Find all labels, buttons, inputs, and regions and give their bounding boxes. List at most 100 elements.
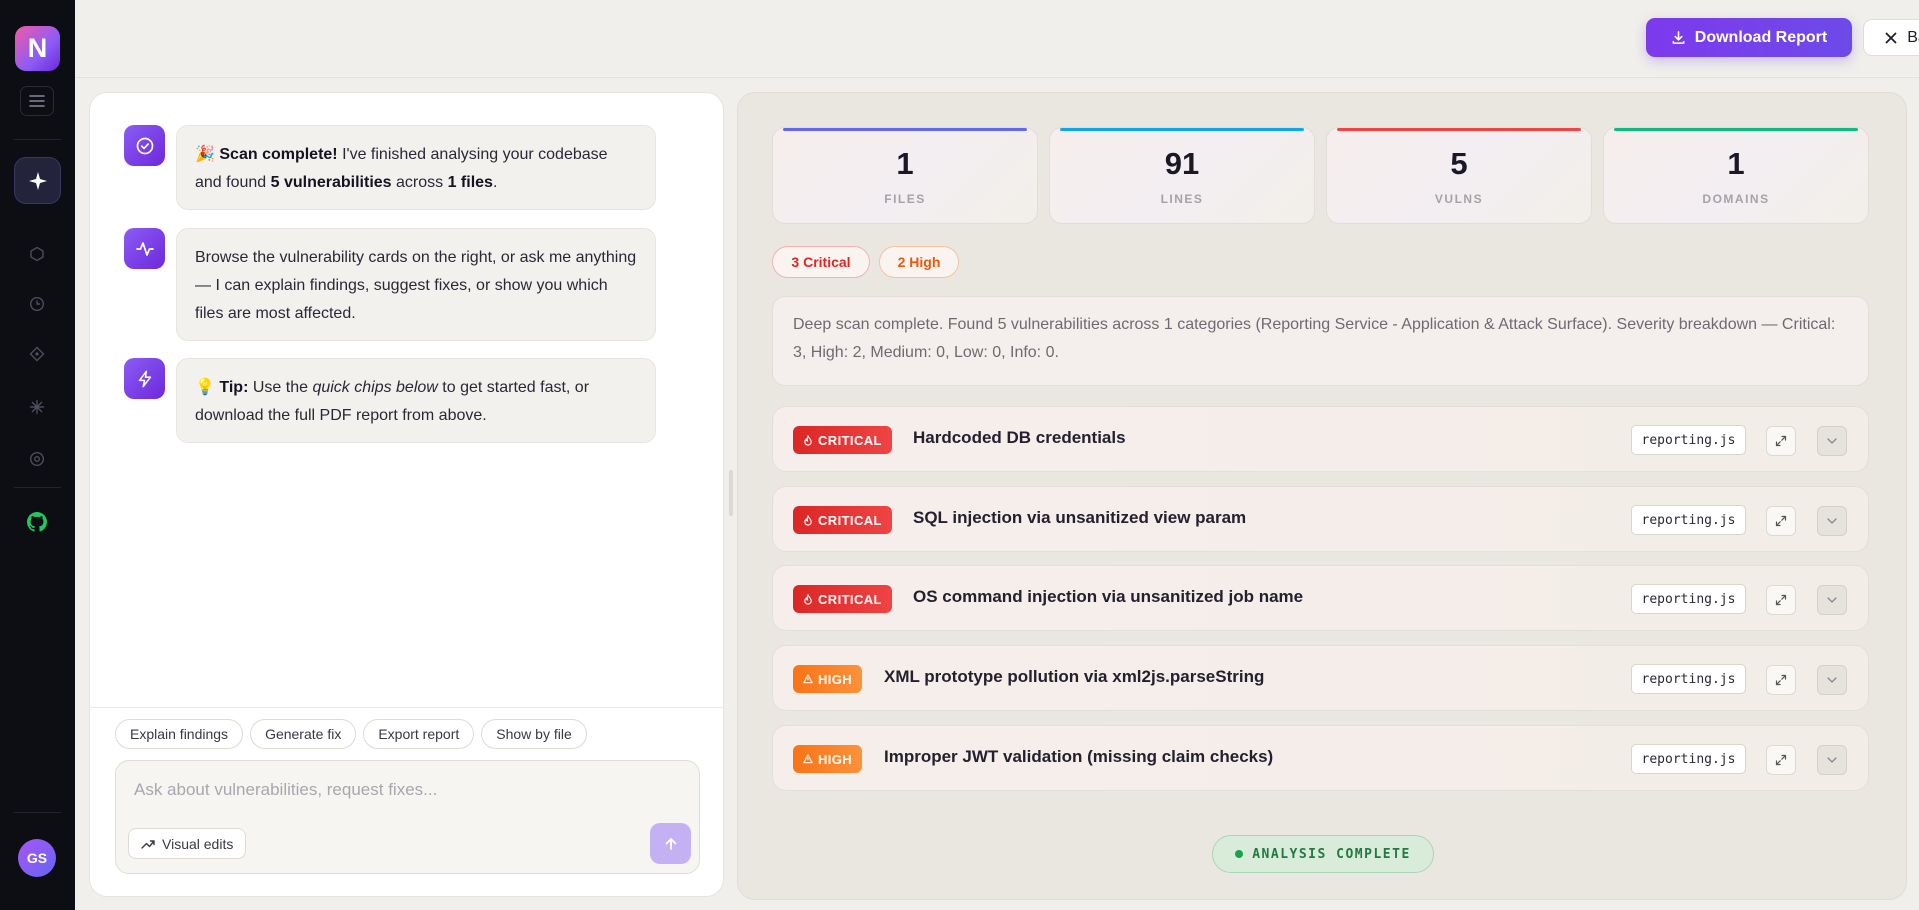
file-tag[interactable]: reporting.js: [1631, 744, 1746, 774]
diamond-icon[interactable]: [25, 342, 49, 366]
sidebar-divider: [14, 139, 61, 140]
collapse-toggle[interactable]: [1817, 585, 1847, 615]
check-circle-icon: [124, 125, 165, 166]
quick-chips-text: quick chips below: [312, 379, 438, 396]
sidebar: N GS: [0, 0, 75, 910]
stat-accent: [1337, 128, 1581, 131]
expand-icon: [1775, 515, 1787, 527]
file-tag[interactable]: reporting.js: [1631, 505, 1746, 535]
vuln-card[interactable]: CRITICAL Hardcoded DB credentials report…: [772, 406, 1869, 472]
close-icon: [1885, 32, 1897, 43]
chevron-down-icon: [1827, 757, 1837, 763]
stat-value: 91: [1164, 146, 1200, 181]
vuln-title: Hardcoded DB credentials: [913, 428, 1126, 447]
menu-icon[interactable]: [20, 86, 54, 116]
vuln-card[interactable]: HIGH Improper JWT validation (missing cl…: [772, 725, 1869, 791]
vuln-card[interactable]: CRITICAL SQL injection via unsanitized v…: [772, 486, 1869, 552]
expand-icon: [1775, 674, 1787, 686]
high-count-pill[interactable]: 2 High: [879, 246, 959, 278]
settings-icon[interactable]: [25, 447, 49, 471]
severity-badge: CRITICAL: [793, 585, 892, 613]
vuln-card[interactable]: HIGH XML prototype pollution via xml2js.…: [772, 645, 1869, 711]
back-button[interactable]: Back: [1863, 19, 1919, 56]
vuln-card[interactable]: CRITICAL OS command injection via unsani…: [772, 565, 1869, 631]
chip-explain-findings[interactable]: Explain findings: [115, 719, 244, 749]
chevron-down-icon: [1827, 597, 1837, 603]
chevron-down-icon: [1827, 438, 1837, 444]
chip-generate-fix[interactable]: Generate fix: [250, 719, 357, 749]
github-icon[interactable]: [25, 510, 49, 534]
vuln-title: XML prototype pollution via xml2js.parse…: [884, 667, 1265, 686]
severity-label: HIGH: [818, 751, 853, 767]
expand-button[interactable]: [1766, 745, 1796, 775]
stat-card-lines: 91 LINES: [1049, 127, 1315, 224]
sparkle-icon[interactable]: [14, 157, 61, 204]
results-panel: 1 FILES 91 LINES 5 VULNS 1 DOMAINS 3 Cri…: [737, 92, 1907, 900]
chat-bubble: 💡 Tip: Use the quick chips below to get …: [176, 358, 656, 443]
app-logo[interactable]: N: [15, 26, 60, 71]
expand-button[interactable]: [1766, 506, 1796, 536]
expand-button[interactable]: [1766, 585, 1796, 615]
critical-count-pill[interactable]: 3 Critical: [772, 246, 870, 278]
severity-badge: CRITICAL: [793, 506, 892, 534]
severity-label: CRITICAL: [818, 512, 882, 528]
file-tag[interactable]: reporting.js: [1631, 664, 1746, 694]
chevron-down-icon: [1827, 518, 1837, 524]
bulb-emoji: 💡: [195, 379, 215, 396]
vuln-title: OS command injection via unsanitized job…: [913, 587, 1304, 606]
vuln-title: Improper JWT validation (missing claim c…: [884, 747, 1274, 766]
download-icon: [1672, 31, 1685, 44]
clock-icon[interactable]: [25, 292, 49, 316]
quick-chips: Explain findings Generate fix Export rep…: [115, 719, 587, 749]
severity-badge: CRITICAL: [793, 426, 892, 454]
file-tag[interactable]: reporting.js: [1631, 584, 1746, 614]
expand-button[interactable]: [1766, 665, 1796, 695]
message-text: Use the: [248, 379, 313, 396]
status-dot: [1235, 850, 1244, 858]
stat-value: 1: [896, 146, 914, 181]
tip-lead: Tip:: [219, 379, 249, 396]
sidebar-divider: [14, 812, 61, 813]
analysis-status-badge: ANALYSIS COMPLETE: [1212, 835, 1434, 873]
stat-card-vulns: 5 VULNS: [1326, 127, 1592, 224]
expand-icon: [1775, 594, 1787, 606]
collapse-toggle[interactable]: [1817, 745, 1847, 775]
file-tag[interactable]: reporting.js: [1631, 425, 1746, 455]
stat-value: 5: [1450, 146, 1468, 181]
download-report-label: Download Report: [1694, 28, 1828, 46]
download-report-button[interactable]: Download Report: [1646, 18, 1852, 57]
stat-accent: [1614, 128, 1858, 131]
warning-icon: [803, 674, 813, 684]
severity-label: HIGH: [818, 671, 853, 687]
chevron-down-icon: [1827, 677, 1837, 683]
stat-label: DOMAINS: [1702, 192, 1770, 206]
chip-export-report[interactable]: Export report: [363, 719, 475, 749]
stat-card-domains: 1 DOMAINS: [1603, 127, 1869, 224]
collapse-toggle[interactable]: [1817, 426, 1847, 456]
chat-bubble: Browse the vulnerability cards on the ri…: [176, 228, 656, 341]
panel-resize-handle[interactable]: [729, 470, 733, 516]
severity-badge: HIGH: [793, 745, 863, 773]
stat-value: 1: [1727, 146, 1745, 181]
collapse-toggle[interactable]: [1817, 506, 1847, 536]
bolt-icon: [124, 358, 165, 399]
sidebar-divider: [14, 487, 61, 488]
asterisk-icon[interactable]: [25, 395, 49, 419]
flame-icon: [804, 434, 812, 446]
cube-icon[interactable]: [25, 242, 49, 266]
chat-bubble: 🎉 Scan complete! I've finished analysing…: [176, 125, 656, 210]
message-text: .: [492, 174, 498, 191]
send-button[interactable]: [650, 823, 691, 864]
visual-edits-button[interactable]: Visual edits: [128, 828, 247, 859]
avatar[interactable]: GS: [18, 839, 56, 877]
arrow-up-icon: [665, 837, 676, 850]
expand-button[interactable]: [1766, 426, 1796, 456]
vuln-count-text: 5 vulnerabilities: [270, 174, 392, 191]
visual-edits-label: Visual edits: [162, 835, 234, 852]
scan-summary: Deep scan complete. Found 5 vulnerabilit…: [772, 296, 1869, 386]
chip-show-by-file[interactable]: Show by file: [481, 719, 587, 749]
analysis-status-label: ANALYSIS COMPLETE: [1252, 846, 1411, 862]
collapse-toggle[interactable]: [1817, 665, 1847, 695]
chat-input[interactable]: [134, 775, 674, 805]
stat-card-files: 1 FILES: [772, 127, 1038, 224]
